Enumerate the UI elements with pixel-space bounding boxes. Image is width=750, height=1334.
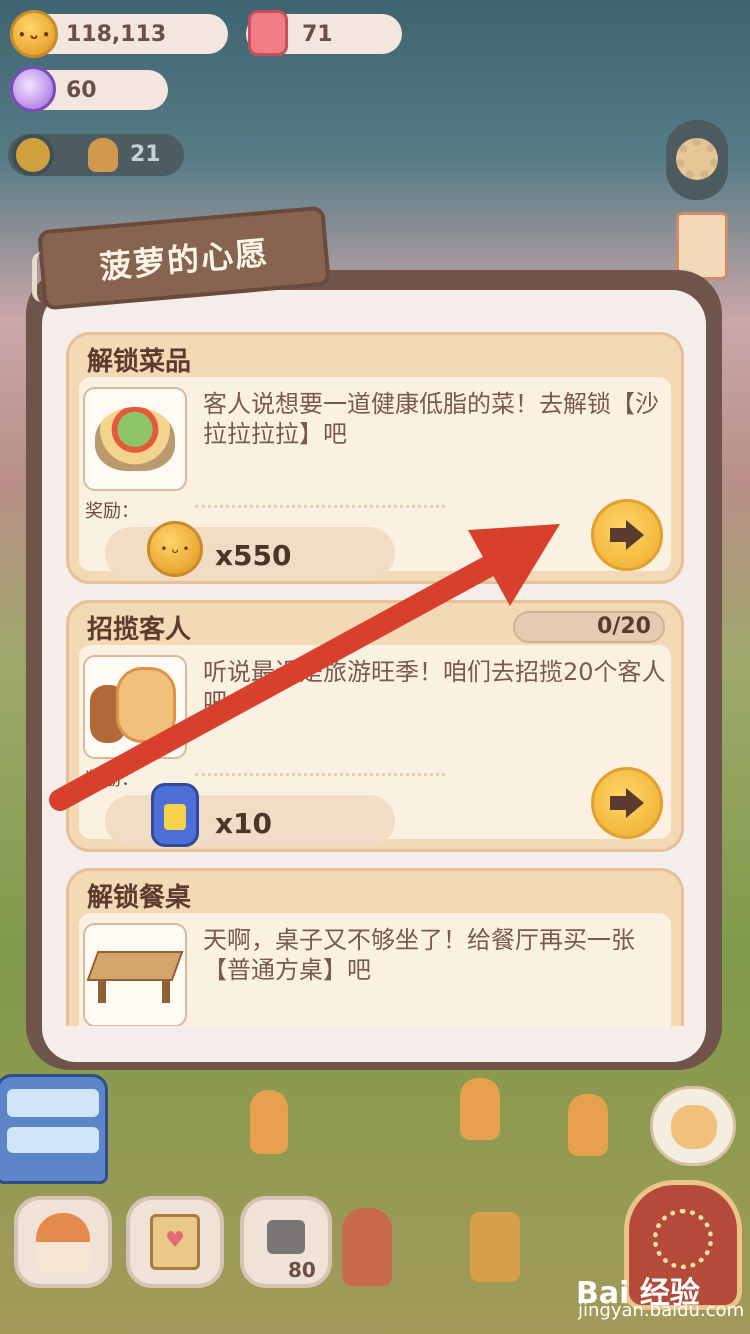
watermark-url: jingyan.baidu.com [578, 1300, 745, 1321]
notebook-icon: ♥ [150, 1214, 200, 1270]
guest-character[interactable] [568, 1094, 608, 1156]
mushroom-house-icon [36, 1213, 90, 1271]
annotation-arrow [49, 524, 560, 811]
guest-character[interactable] [460, 1078, 500, 1140]
chat-bubble-button[interactable] [650, 1086, 736, 1166]
house-button[interactable] [14, 1196, 112, 1288]
guest-character[interactable] [342, 1208, 392, 1286]
ferris-wheel-icon [653, 1209, 713, 1269]
robot-guest[interactable] [470, 1212, 520, 1282]
locked-button[interactable]: 80 [240, 1196, 332, 1288]
cat-face-icon [671, 1105, 717, 1149]
lock-icon [267, 1220, 305, 1254]
guest-character[interactable] [250, 1090, 288, 1154]
notebook-button[interactable]: ♥ [126, 1196, 224, 1288]
lock-cost: 80 [288, 1258, 316, 1282]
tour-bus[interactable] [0, 1074, 108, 1184]
